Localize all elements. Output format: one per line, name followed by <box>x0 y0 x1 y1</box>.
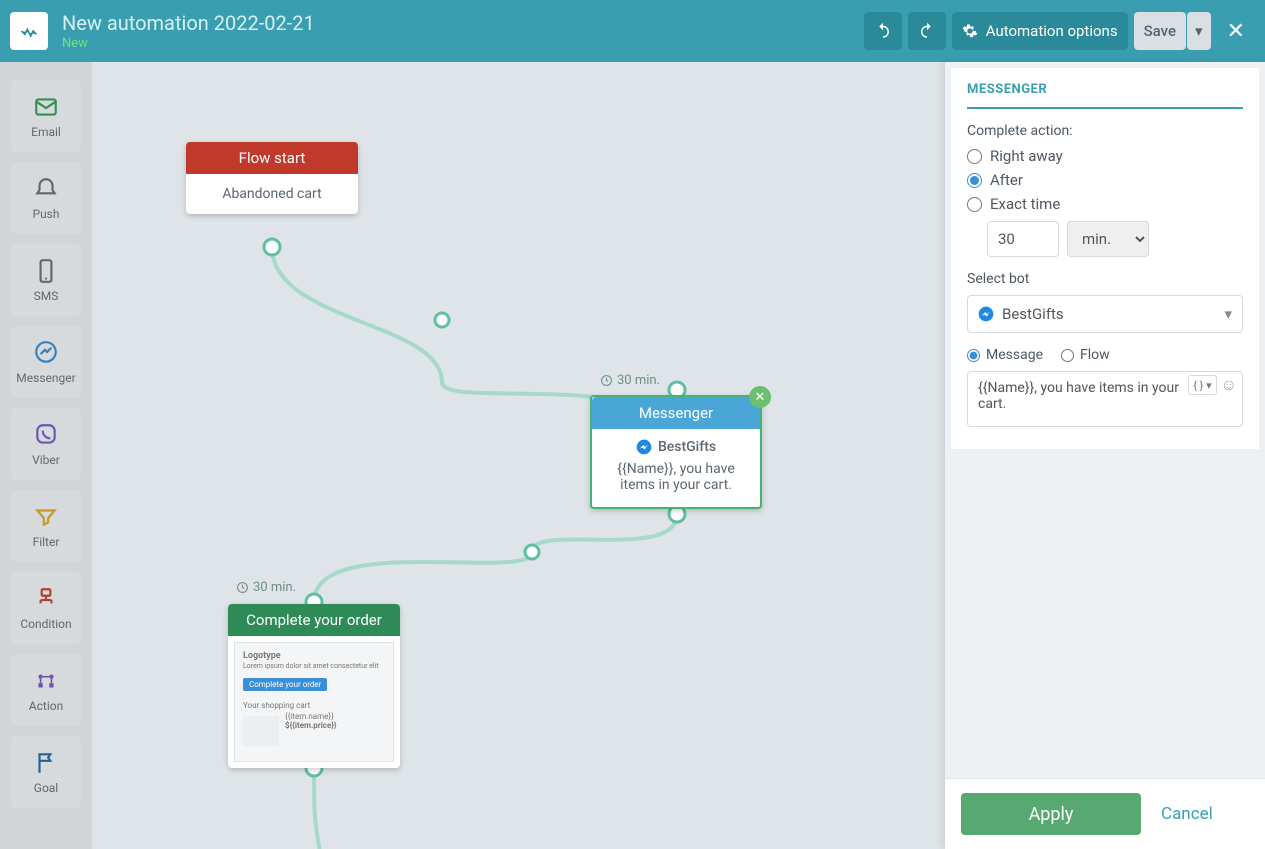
type-flow-option[interactable]: Flow <box>1061 347 1110 363</box>
save-button[interactable]: Save <box>1134 12 1186 50</box>
undo-button[interactable] <box>864 12 902 50</box>
option-after[interactable]: After <box>967 171 1243 189</box>
close-button[interactable]: ✕ <box>1217 12 1255 50</box>
action-icon <box>33 668 59 694</box>
delay-unit-select[interactable]: min. <box>1067 221 1149 257</box>
redo-button[interactable] <box>908 12 946 50</box>
automation-options-button[interactable]: Automation options <box>952 12 1128 50</box>
push-icon <box>33 176 59 202</box>
palette-goal[interactable]: Goal <box>11 736 81 808</box>
element-palette: Email Push SMS Messenger Viber Filter Conditio… <box>0 62 92 849</box>
node-message-text: {{Name}}, you have items in your cart. <box>602 461 750 493</box>
automation-title[interactable]: New automation 2022-02-21 <box>62 11 858 35</box>
viber-icon <box>33 422 59 448</box>
app-logo <box>10 12 48 50</box>
palette-messenger[interactable]: Messenger <box>11 326 81 398</box>
node-header: Messenger <box>592 397 760 429</box>
email-icon <box>33 94 59 120</box>
apply-button[interactable]: Apply <box>961 793 1141 835</box>
palette-action[interactable]: Action <box>11 654 81 726</box>
node-header: Complete your order <box>228 604 400 636</box>
node-delay-label: 30 min. <box>236 580 296 595</box>
delay-value-input[interactable] <box>987 221 1059 257</box>
node-body: Abandoned cart <box>186 174 358 214</box>
palette-email[interactable]: Email <box>11 80 81 152</box>
bot-selector[interactable]: BestGifts ▾ <box>967 295 1243 333</box>
messenger-icon <box>33 340 59 366</box>
node-bot-name: BestGifts <box>602 439 750 455</box>
palette-push[interactable]: Push <box>11 162 81 234</box>
palette-filter[interactable]: Filter <box>11 490 81 562</box>
complete-action-label: Complete action: <box>967 123 1243 139</box>
chevron-down-icon: ▾ <box>1224 305 1232 323</box>
panel-title: MESSENGER <box>967 82 1243 109</box>
option-right-away[interactable]: Right away <box>967 147 1243 165</box>
node-header: Flow start <box>186 142 358 174</box>
properties-panel: MESSENGER Complete action: Right away Af… <box>945 62 1265 849</box>
palette-viber[interactable]: Viber <box>11 408 81 480</box>
filter-icon <box>33 504 59 530</box>
app-header: New automation 2022-02-21 New Automation… <box>0 0 1265 62</box>
goal-icon <box>33 750 59 776</box>
option-exact-time[interactable]: Exact time <box>967 195 1243 213</box>
cancel-button[interactable]: Cancel <box>1161 804 1213 824</box>
sms-icon <box>33 258 59 284</box>
emoji-button[interactable]: ☺ <box>1221 375 1237 395</box>
node-delay-label: 30 min. <box>600 373 660 388</box>
palette-sms[interactable]: SMS <box>11 244 81 316</box>
automation-status: New <box>62 36 858 51</box>
condition-icon <box>33 586 59 612</box>
variables-button[interactable]: { } ▾ <box>1188 375 1216 395</box>
save-dropdown-button[interactable]: ▾ <box>1187 12 1211 50</box>
node-remove-button[interactable]: ✕ <box>749 386 771 408</box>
email-preview: Logotype Lorem ipsum dolor sit amet cons… <box>234 642 394 762</box>
select-bot-label: Select bot <box>967 271 1243 287</box>
palette-condition[interactable]: Condition <box>11 572 81 644</box>
node-messenger[interactable]: 30 min. ✕ Messenger BestGifts {{Name}}, … <box>590 395 762 509</box>
node-flow-start[interactable]: Flow start Abandoned cart <box>186 142 358 214</box>
type-message-option[interactable]: Message <box>967 347 1043 363</box>
node-email[interactable]: 30 min. Complete your order Logotype Lor… <box>228 604 400 768</box>
